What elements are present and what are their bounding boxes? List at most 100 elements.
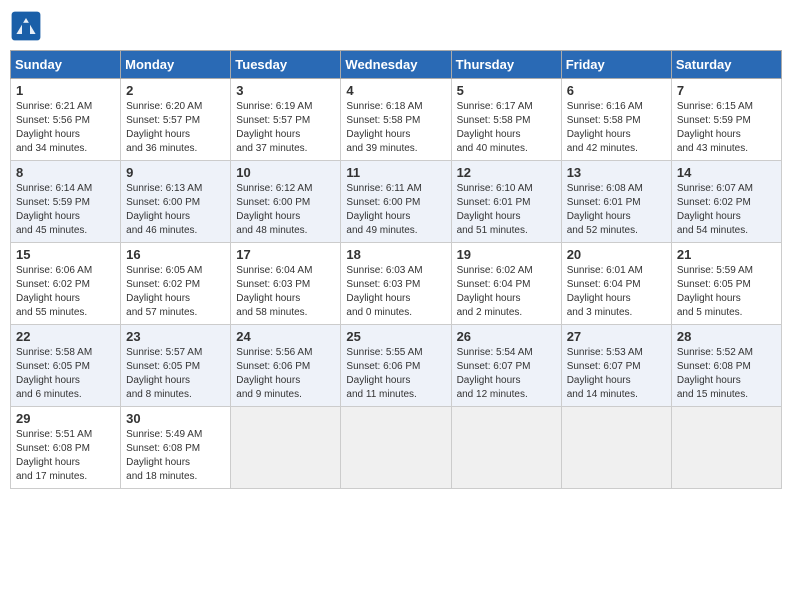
calendar-table: Sunday Monday Tuesday Wednesday Thursday… (10, 50, 782, 489)
table-cell: 11 Sunrise: 6:11 AMSunset: 6:00 PMDayligh… (341, 161, 451, 243)
table-cell: 25Sunrise: 5:55 AMSunset: 6:06 PMDayligh… (341, 325, 451, 407)
table-cell: 7 Sunrise: 6:15 AMSunset: 5:59 PMDaylight… (671, 79, 781, 161)
day-number: 13 (567, 165, 666, 180)
table-cell: 13 Sunrise: 6:08 AMSunset: 6:01 PMDayligh… (561, 161, 671, 243)
day-info: Sunrise: 5:51 AMSunset: 6:08 PMDaylight … (16, 428, 115, 484)
day-info: Sunrise: 6:19 AMSunset: 5:57 PMDaylight … (236, 100, 335, 156)
table-cell: 17 Sunrise: 6:04 AMSunset: 6:03 PMDayligh… (231, 243, 341, 325)
table-cell (341, 407, 451, 489)
table-cell: 20Sunrise: 6:01 AMSunset: 6:04 PMDayligh… (561, 243, 671, 325)
day-info: Sunrise: 6:11 AMSunset: 6:00 PMDaylight … (346, 182, 445, 238)
day-info: Sunrise: 6:06 AMSunset: 6:02 PMDaylight … (16, 264, 115, 320)
day-number: 3 (236, 83, 335, 98)
col-monday: Monday (121, 51, 231, 79)
day-info: Sunrise: 6:21 AMSunset: 5:56 PMDaylight … (16, 100, 115, 156)
day-info: Sunrise: 5:49 AMSunset: 6:08 PMDaylight … (126, 428, 225, 484)
table-cell: 2 Sunrise: 6:20 AMSunset: 5:57 PMDaylight… (121, 79, 231, 161)
day-number: 24 (236, 329, 335, 344)
day-number: 21 (677, 247, 776, 262)
day-number: 18 (346, 247, 445, 262)
day-number: 2 (126, 83, 225, 98)
table-cell: 29 Sunrise: 5:51 AMSunset: 6:08 PMDayligh… (11, 407, 121, 489)
day-info: Sunrise: 6:04 AMSunset: 6:03 PMDaylight … (236, 264, 335, 320)
table-cell (671, 407, 781, 489)
day-info: Sunrise: 6:15 AMSunset: 5:59 PMDaylight … (677, 100, 776, 156)
day-info: Sunrise: 6:02 AMSunset: 6:04 PMDaylight … (457, 264, 556, 320)
day-number: 23 (126, 329, 225, 344)
day-number: 5 (457, 83, 556, 98)
day-info: Sunrise: 5:52 AMSunset: 6:08 PMDaylight … (677, 346, 776, 402)
table-cell: 28 Sunrise: 5:52 AMSunset: 6:08 PMDayligh… (671, 325, 781, 407)
table-cell: 14 Sunrise: 6:07 AMSunset: 6:02 PMDayligh… (671, 161, 781, 243)
day-info: Sunrise: 6:12 AMSunset: 6:00 PMDaylight … (236, 182, 335, 238)
col-thursday: Thursday (451, 51, 561, 79)
day-number: 12 (457, 165, 556, 180)
table-cell: 27 Sunrise: 5:53 AMSunset: 6:07 PMDayligh… (561, 325, 671, 407)
day-number: 7 (677, 83, 776, 98)
day-info: Sunrise: 5:53 AMSunset: 6:07 PMDaylight … (567, 346, 666, 402)
table-cell: 1Sunrise: 6:21 AMSunset: 5:56 PMDaylight… (11, 79, 121, 161)
day-info: Sunrise: 5:57 AMSunset: 6:05 PMDaylight … (126, 346, 225, 402)
day-info: Sunrise: 6:20 AMSunset: 5:57 PMDaylight … (126, 100, 225, 156)
day-info: Sunrise: 6:18 AMSunset: 5:58 PMDaylight … (346, 100, 445, 156)
table-cell: 10 Sunrise: 6:12 AMSunset: 6:00 PMDayligh… (231, 161, 341, 243)
day-number: 27 (567, 329, 666, 344)
day-info: Sunrise: 5:56 AMSunset: 6:06 PMDaylight … (236, 346, 335, 402)
col-sunday: Sunday (11, 51, 121, 79)
calendar-week-row: 22Sunrise: 5:58 AMSunset: 6:05 PMDayligh… (11, 325, 782, 407)
logo-icon (10, 10, 42, 42)
table-cell: 21 Sunrise: 5:59 AMSunset: 6:05 PMDayligh… (671, 243, 781, 325)
col-saturday: Saturday (671, 51, 781, 79)
day-number: 19 (457, 247, 556, 262)
table-cell: 4 Sunrise: 6:18 AMSunset: 5:58 PMDaylight… (341, 79, 451, 161)
day-info: Sunrise: 6:13 AMSunset: 6:00 PMDaylight … (126, 182, 225, 238)
calendar-week-row: 29 Sunrise: 5:51 AMSunset: 6:08 PMDayligh… (11, 407, 782, 489)
day-number: 15 (16, 247, 115, 262)
table-cell: 26 Sunrise: 5:54 AMSunset: 6:07 PMDayligh… (451, 325, 561, 407)
calendar-week-row: 8 Sunrise: 6:14 AMSunset: 5:59 PMDaylight… (11, 161, 782, 243)
table-cell: 19 Sunrise: 6:02 AMSunset: 6:04 PMDayligh… (451, 243, 561, 325)
day-number: 28 (677, 329, 776, 344)
day-number: 11 (346, 165, 445, 180)
day-number: 16 (126, 247, 225, 262)
day-number: 9 (126, 165, 225, 180)
table-cell: 5 Sunrise: 6:17 AMSunset: 5:58 PMDaylight… (451, 79, 561, 161)
day-number: 22 (16, 329, 115, 344)
calendar-week-row: 1Sunrise: 6:21 AMSunset: 5:56 PMDaylight… (11, 79, 782, 161)
day-info: Sunrise: 5:59 AMSunset: 6:05 PMDaylight … (677, 264, 776, 320)
day-info: Sunrise: 6:05 AMSunset: 6:02 PMDaylight … (126, 264, 225, 320)
col-tuesday: Tuesday (231, 51, 341, 79)
calendar-week-row: 15 Sunrise: 6:06 AMSunset: 6:02 PMDayligh… (11, 243, 782, 325)
day-number: 4 (346, 83, 445, 98)
table-cell: 18Sunrise: 6:03 AMSunset: 6:03 PMDayligh… (341, 243, 451, 325)
day-info: Sunrise: 6:17 AMSunset: 5:58 PMDaylight … (457, 100, 556, 156)
table-cell: 8 Sunrise: 6:14 AMSunset: 5:59 PMDaylight… (11, 161, 121, 243)
table-cell: 16 Sunrise: 6:05 AMSunset: 6:02 PMDayligh… (121, 243, 231, 325)
day-number: 14 (677, 165, 776, 180)
day-info: Sunrise: 5:54 AMSunset: 6:07 PMDaylight … (457, 346, 556, 402)
table-cell: 12Sunrise: 6:10 AMSunset: 6:01 PMDayligh… (451, 161, 561, 243)
table-cell: 22Sunrise: 5:58 AMSunset: 6:05 PMDayligh… (11, 325, 121, 407)
table-cell: 23 Sunrise: 5:57 AMSunset: 6:05 PMDayligh… (121, 325, 231, 407)
day-info: Sunrise: 6:16 AMSunset: 5:58 PMDaylight … (567, 100, 666, 156)
day-info: Sunrise: 6:14 AMSunset: 5:59 PMDaylight … (16, 182, 115, 238)
calendar-header-row: Sunday Monday Tuesday Wednesday Thursday… (11, 51, 782, 79)
table-cell: 3 Sunrise: 6:19 AMSunset: 5:57 PMDaylight… (231, 79, 341, 161)
table-cell: 6Sunrise: 6:16 AMSunset: 5:58 PMDaylight… (561, 79, 671, 161)
table-cell: 9 Sunrise: 6:13 AMSunset: 6:00 PMDaylight… (121, 161, 231, 243)
day-number: 25 (346, 329, 445, 344)
day-number: 26 (457, 329, 556, 344)
day-info: Sunrise: 6:08 AMSunset: 6:01 PMDaylight … (567, 182, 666, 238)
table-cell: 24 Sunrise: 5:56 AMSunset: 6:06 PMDayligh… (231, 325, 341, 407)
col-wednesday: Wednesday (341, 51, 451, 79)
day-number: 30 (126, 411, 225, 426)
logo (10, 10, 46, 42)
day-number: 10 (236, 165, 335, 180)
table-cell: 30 Sunrise: 5:49 AMSunset: 6:08 PMDayligh… (121, 407, 231, 489)
col-friday: Friday (561, 51, 671, 79)
day-number: 8 (16, 165, 115, 180)
day-info: Sunrise: 6:01 AMSunset: 6:04 PMDaylight … (567, 264, 666, 320)
day-number: 17 (236, 247, 335, 262)
day-info: Sunrise: 6:07 AMSunset: 6:02 PMDaylight … (677, 182, 776, 238)
day-number: 29 (16, 411, 115, 426)
